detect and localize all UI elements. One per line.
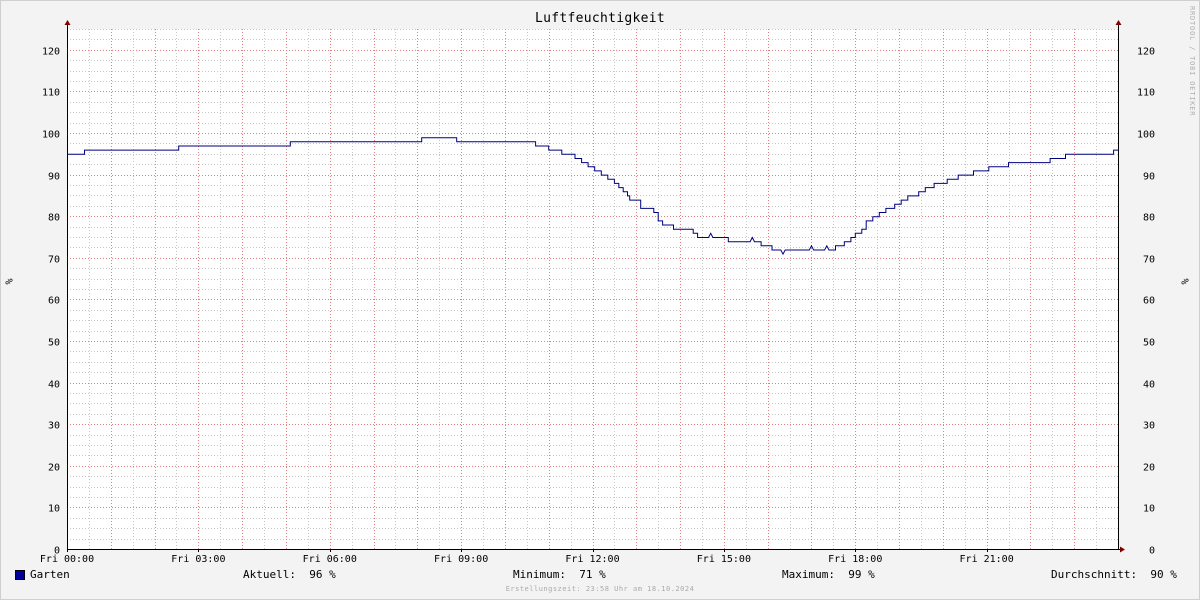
y-tick-label-right: 80	[1143, 213, 1155, 224]
legend-maximum: Maximum: 99 %	[782, 568, 875, 581]
y-tick-label-right: 60	[1143, 296, 1155, 307]
legend-max-label: Maximum:	[782, 568, 835, 581]
y-tick-label-left: 70	[48, 255, 60, 266]
y-tick-label-left: 100	[42, 130, 60, 141]
legend-avg-label: Durchschnitt:	[1051, 568, 1138, 581]
legend-series-name: Garten	[30, 568, 70, 581]
x-tick-label: Fri 00:00	[40, 554, 94, 565]
y-tick-label-right: 40	[1143, 380, 1155, 391]
y-tick-label-right: 110	[1137, 88, 1155, 99]
humidity-chart: 0 10 20 30 40 50 60 70 80 90 100 110 120 0 10 20 30 40 50…	[40, 20, 1155, 565]
y-tick-label-right: 30	[1143, 421, 1155, 432]
y-tick-label-right: 20	[1143, 463, 1155, 474]
y-tick-label-right: 120	[1137, 47, 1155, 58]
x-tick-label: Fri 15:00	[697, 554, 751, 565]
y-tick-labels-right: 0 10 20 30 40 50 60 70 80 90 100 110 120	[1137, 47, 1155, 557]
legend-average: Durchschnitt: 90 %	[1051, 568, 1177, 581]
x-tick-label: Fri 09:00	[434, 554, 488, 565]
y-axis-arrow-left	[64, 20, 71, 25]
legend-min-value: 71 %	[579, 568, 606, 581]
y-tick-labels-left: 0102030405060708090100110120	[42, 47, 60, 557]
y-tick-label-left: 20	[48, 463, 60, 474]
x-tick-labels: Fri 00:00 Fri 03:00 Fri 06:00 Fri 09:00 Fri …	[40, 554, 1014, 565]
y-tick-label-left: 80	[48, 213, 60, 224]
x-tick-label: Fri 06:00	[303, 554, 357, 565]
y-tick-label-left: 50	[48, 338, 60, 349]
y-tick-label-left: 110	[42, 88, 60, 99]
y-tick-label-left: 60	[48, 296, 60, 307]
y-tick-label-right: 70	[1143, 255, 1155, 266]
y-tick-label-right: 100	[1137, 130, 1155, 141]
x-tick-label: Fri 21:00	[960, 554, 1014, 565]
x-tick-label: Fri 03:00	[171, 554, 225, 565]
legend-swatch-garten	[15, 570, 25, 580]
legend-current-value: 96 %	[309, 568, 336, 581]
y-tick-label-right: 50	[1143, 338, 1155, 349]
legend-avg-value: 90 %	[1150, 568, 1177, 581]
y-tick-label-right: 10	[1143, 504, 1155, 515]
legend-min-label: Minimum:	[513, 568, 566, 581]
y-tick-label-left: 40	[48, 380, 60, 391]
legend-current-label: Aktuell:	[243, 568, 296, 581]
y-tick-label-left: 120	[42, 47, 60, 58]
y-tick-label-right: 90	[1143, 172, 1155, 183]
x-axis-arrow	[1120, 546, 1125, 553]
x-tick-label: Fri 18:00	[828, 554, 882, 565]
x-tick-label: Fri 12:00	[565, 554, 619, 565]
legend-current: Aktuell: 96 %	[243, 568, 336, 581]
legend-max-value: 99 %	[848, 568, 875, 581]
y-tick-label-left: 30	[48, 421, 60, 432]
legend-minimum: Minimum: 71 %	[513, 568, 606, 581]
y-tick-label-left: 90	[48, 172, 60, 183]
footer-timestamp: Erstellungszeit: 23:58 Uhr am 18.10.2024	[505, 585, 695, 593]
y-tick-label-right: 0	[1149, 546, 1155, 557]
y-axis-arrow-right	[1115, 20, 1122, 25]
y-tick-label-left: 10	[48, 504, 60, 515]
